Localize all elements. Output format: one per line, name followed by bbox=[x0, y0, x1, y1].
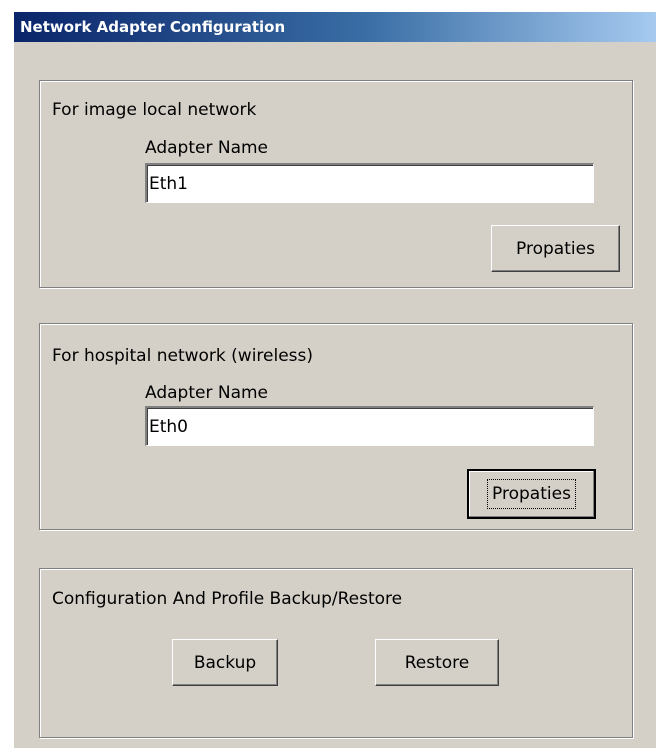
hospital-properties-button[interactable]: Propaties bbox=[467, 469, 596, 519]
local-properties-button[interactable]: Propaties bbox=[491, 225, 620, 272]
local-properties-button-label: Propaties bbox=[516, 238, 595, 259]
hospital-network-group: For hospital network (wireless) Adapter … bbox=[39, 323, 633, 530]
hospital-network-group-label: For hospital network (wireless) bbox=[52, 346, 314, 366]
hospital-adapter-name-label: Adapter Name bbox=[145, 383, 269, 403]
window-title: Network Adapter Configuration bbox=[20, 18, 286, 36]
backup-restore-group-label: Configuration And Profile Backup/Restore bbox=[52, 589, 403, 609]
local-adapter-name-label: Adapter Name bbox=[145, 138, 269, 158]
local-adapter-name-input[interactable] bbox=[145, 163, 594, 203]
hospital-properties-button-label: Propaties bbox=[487, 479, 576, 509]
restore-button-label: Restore bbox=[404, 652, 470, 673]
backup-button[interactable]: Backup bbox=[172, 639, 278, 686]
restore-button[interactable]: Restore bbox=[375, 639, 499, 686]
backup-restore-group: Configuration And Profile Backup/Restore… bbox=[39, 568, 633, 738]
network-adapter-config-window: Network Adapter Configuration For image … bbox=[14, 12, 656, 748]
backup-button-label: Backup bbox=[193, 652, 257, 673]
local-network-group: For image local network Adapter Name Pro… bbox=[39, 80, 633, 288]
hospital-adapter-name-input[interactable] bbox=[145, 406, 594, 446]
title-bar[interactable]: Network Adapter Configuration bbox=[14, 12, 656, 42]
local-network-group-label: For image local network bbox=[52, 100, 257, 120]
